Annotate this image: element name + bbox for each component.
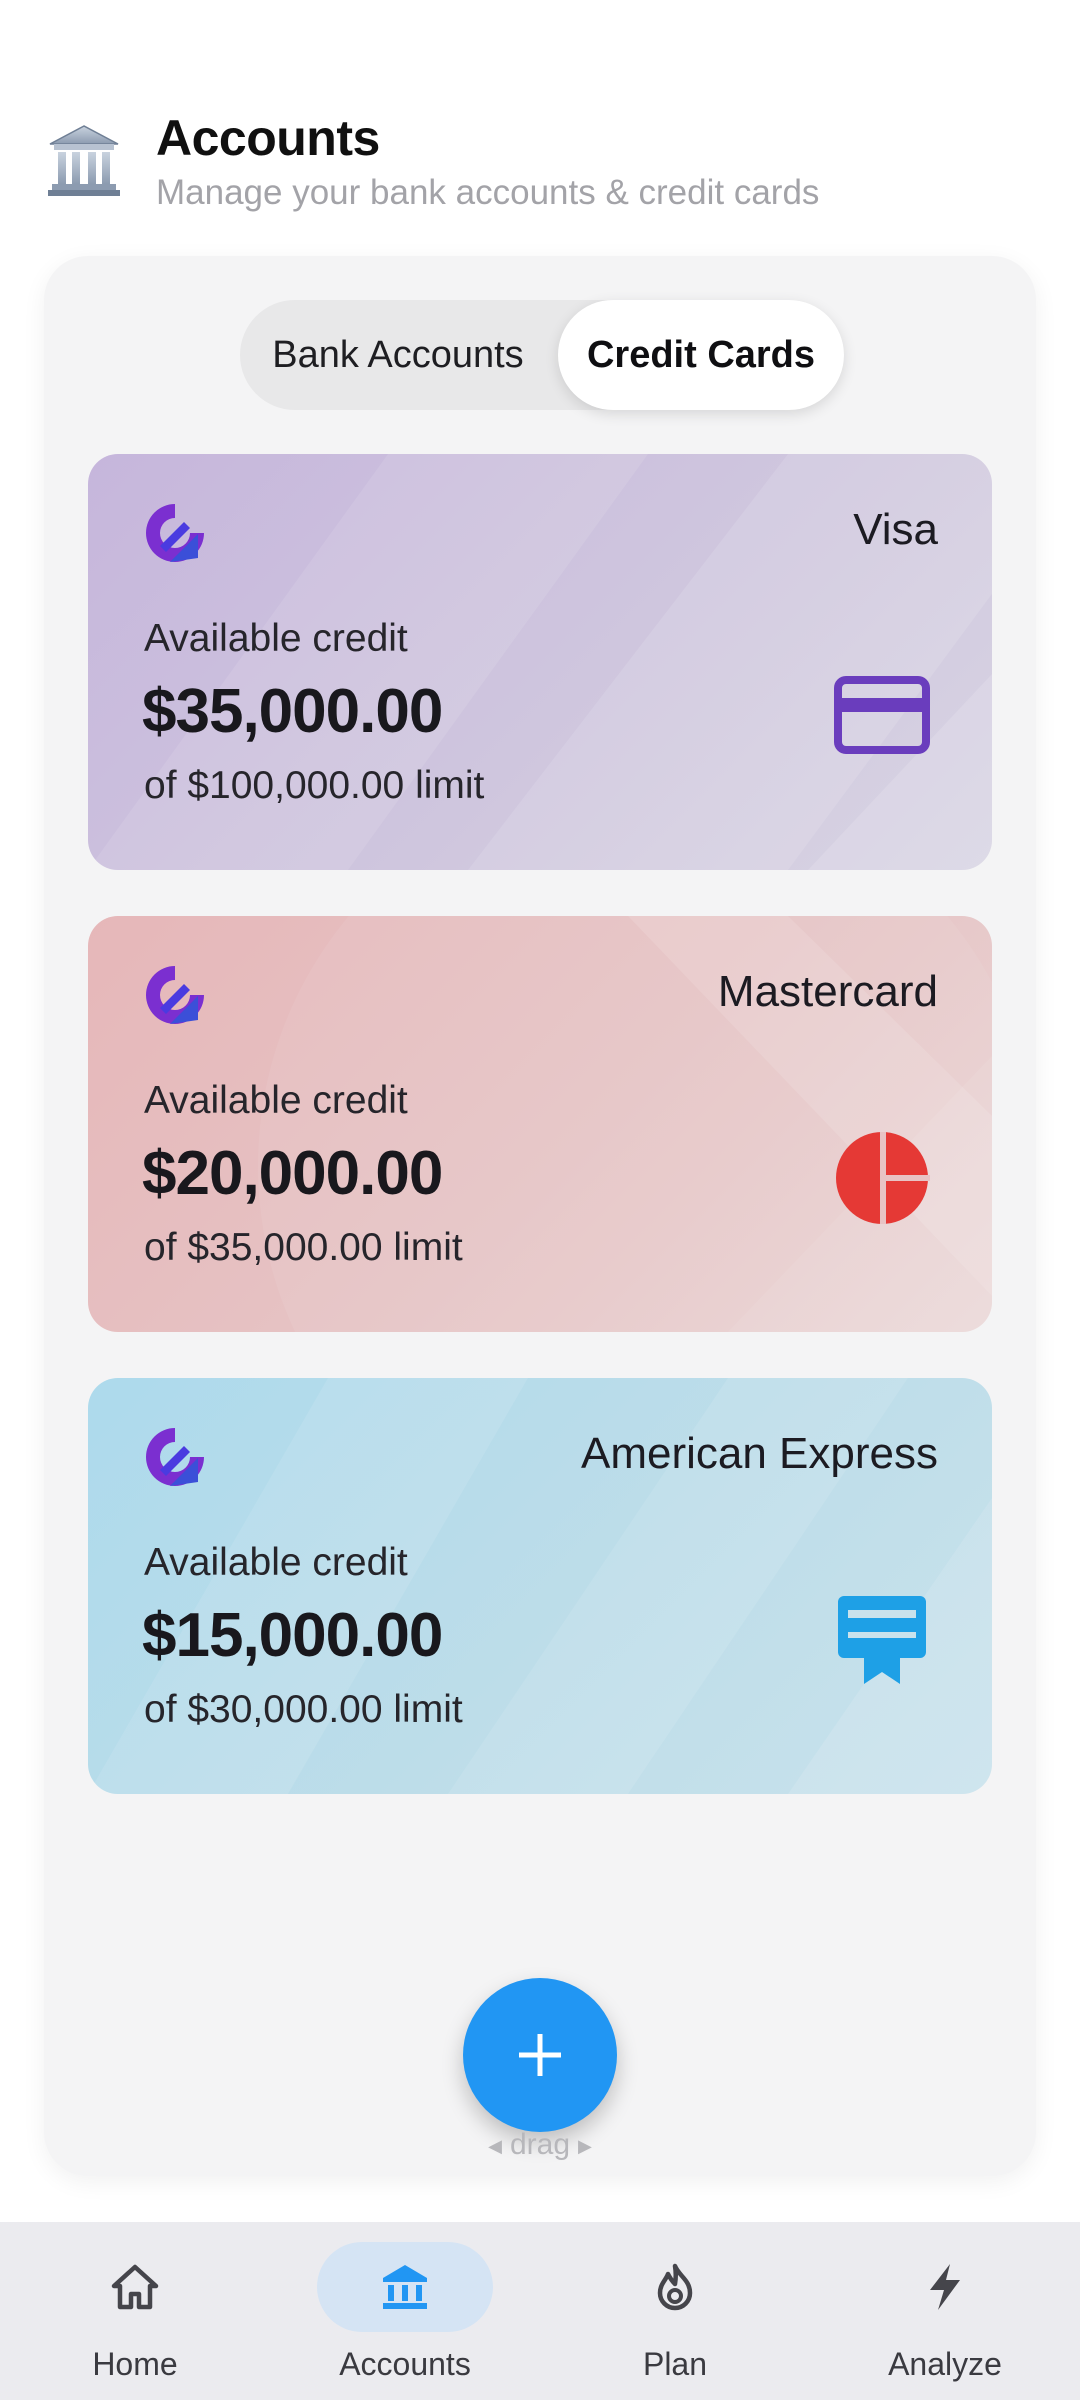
- nav-label: Accounts: [339, 2346, 471, 2382]
- app-logo-icon: [146, 966, 204, 1024]
- page-subtitle: Manage your bank accounts & credit cards: [156, 173, 820, 212]
- plus-icon: [519, 2034, 561, 2076]
- pie-circle-icon: [836, 1132, 930, 1224]
- available-credit-amount: $35,000.00: [142, 677, 443, 746]
- credit-limit: of $30,000.00 limit: [144, 1688, 463, 1731]
- bank-icon: [383, 2265, 427, 2309]
- home-icon: [111, 2264, 159, 2310]
- drag-hint-label: drag: [509, 2128, 571, 2161]
- nav-label: Plan: [642, 2346, 708, 2382]
- available-credit-label: Available credit: [144, 617, 408, 660]
- chevron-left-icon: ◀: [488, 2135, 502, 2156]
- bolt-icon: [930, 2264, 960, 2310]
- tab-bank-accounts[interactable]: Bank Accounts: [240, 300, 556, 410]
- card-brand: Visa: [853, 505, 938, 554]
- page-title: Accounts: [156, 110, 380, 166]
- tab-credit-cards[interactable]: Credit Cards: [558, 300, 844, 410]
- accounts-screen: Accounts Manage your bank accounts & cre…: [0, 0, 1080, 2400]
- flame-icon: [657, 2263, 693, 2311]
- nav-label: Analyze: [888, 2346, 1002, 2382]
- credit-card-visa[interactable]: Visa Available credit $35,000.00 of $100…: [88, 454, 992, 870]
- credit-card-american-express[interactable]: American Express Available credit $15,00…: [88, 1378, 992, 1794]
- accounts-panel: Bank Accounts Credit Cards Visa Availabl…: [44, 256, 1036, 2176]
- nav-item-home[interactable]: Home: [0, 2222, 270, 2400]
- page-header: Accounts Manage your bank accounts & cre…: [46, 108, 819, 216]
- credit-limit: of $35,000.00 limit: [144, 1226, 463, 1269]
- add-account-button[interactable]: [463, 1978, 617, 2132]
- app-logo-icon: [146, 504, 204, 562]
- available-credit-label: Available credit: [144, 1541, 408, 1584]
- credit-card-icon: [834, 676, 930, 754]
- available-credit-amount: $15,000.00: [142, 1601, 443, 1670]
- chevron-right-icon: ▶: [578, 2135, 592, 2156]
- credit-limit: of $100,000.00 limit: [144, 764, 485, 807]
- bank-building-icon: [48, 125, 120, 196]
- drag-hint: ◀ drag ▶: [440, 2128, 640, 2162]
- account-type-toggle: Bank Accounts Credit Cards: [240, 300, 844, 410]
- card-brand: American Express: [580, 1429, 938, 1478]
- card-brand: Mastercard: [717, 967, 938, 1016]
- credit-card-mastercard[interactable]: Mastercard Available credit $20,000.00 o…: [88, 916, 992, 1332]
- nav-item-analyze[interactable]: Analyze: [810, 2222, 1080, 2400]
- available-credit-amount: $20,000.00: [142, 1139, 443, 1208]
- nav-label: Home: [92, 2346, 178, 2382]
- nav-item-accounts[interactable]: Accounts: [270, 2222, 540, 2400]
- card-membership-icon: [838, 1596, 926, 1684]
- bottom-navigation: Home Accounts Plan Analyze: [0, 2222, 1080, 2400]
- nav-item-plan[interactable]: Plan: [540, 2222, 810, 2400]
- available-credit-label: Available credit: [144, 1079, 408, 1122]
- app-logo-icon: [146, 1428, 204, 1486]
